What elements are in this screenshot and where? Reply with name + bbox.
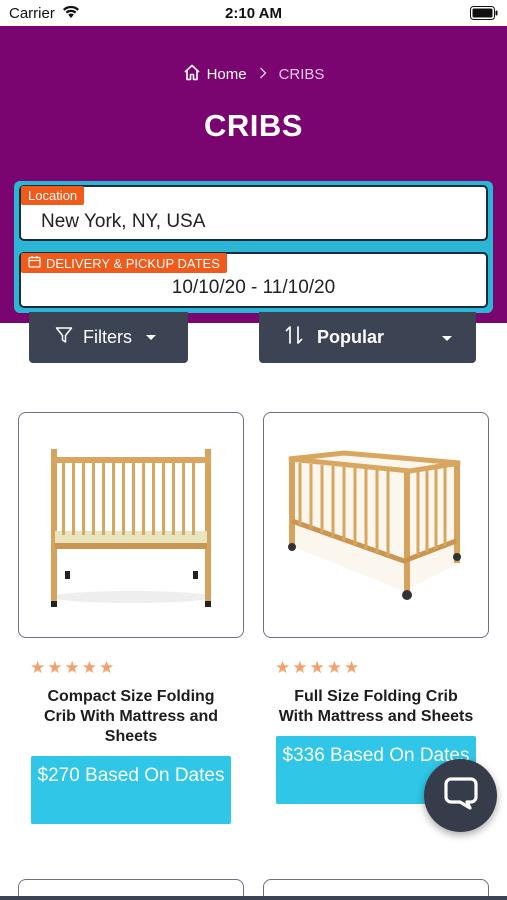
bottom-bar: [0, 896, 507, 900]
filters-label: Filters: [83, 327, 132, 347]
star-icon: ★: [47, 658, 63, 677]
product-name[interactable]: Compact Size Folding Crib With Mattress …: [18, 687, 244, 747]
rating-stars: ★ ★ ★ ★ ★: [30, 658, 244, 678]
star-icon: ★: [326, 658, 342, 677]
breadcrumb-current: CRIBS: [278, 66, 325, 83]
battery-icon: [470, 6, 498, 25]
caret-down-icon: [146, 335, 156, 340]
sort-label: Popular: [317, 327, 385, 347]
chat-button[interactable]: [424, 759, 497, 832]
product-card[interactable]: ★ ★ ★ ★ ★ Full Size Folding Crib With Mattre…: [263, 412, 489, 804]
star-icon: ★: [30, 658, 46, 677]
star-icon: ★: [64, 658, 80, 677]
chat-bubble-icon: [443, 776, 479, 815]
star-icon: ★: [81, 658, 97, 677]
breadcrumb: Home CRIBS: [0, 64, 507, 85]
page-title: CRIBS: [204, 108, 303, 143]
home-icon[interactable]: [183, 64, 201, 85]
product-image[interactable]: [18, 412, 244, 638]
sort-dropdown[interactable]: Popular: [259, 312, 476, 363]
product-card[interactable]: ★ ★ ★ ★ ★ Compact Size Folding Crib With Mat…: [18, 412, 244, 824]
location-value[interactable]: New York, NY, USA: [41, 211, 205, 233]
calendar-icon: [28, 255, 41, 271]
product-image[interactable]: [263, 412, 489, 638]
clock: 2:10 AM: [225, 5, 282, 22]
filter-funnel-icon: [55, 326, 73, 349]
caret-down-icon: [442, 336, 452, 341]
star-icon: ★: [292, 658, 308, 677]
star-icon: ★: [344, 658, 360, 677]
dates-value[interactable]: 10/10/20 - 11/10/20: [21, 277, 486, 299]
breadcrumb-home-link[interactable]: Home: [207, 66, 247, 83]
location-field[interactable]: Location New York, NY, USA: [19, 185, 488, 241]
chevron-right-icon: [259, 66, 267, 83]
sort-arrows-icon: [285, 325, 303, 350]
dates-label: DELIVERY & PICKUP DATES: [21, 253, 227, 273]
rating-stars: ★ ★ ★ ★ ★: [275, 658, 489, 678]
star-icon: ★: [99, 658, 115, 677]
star-icon: ★: [275, 658, 291, 677]
star-icon: ★: [309, 658, 325, 677]
status-bar: Carrier 2:10 AM: [0, 0, 507, 26]
price-button[interactable]: $270 Based On Dates: [31, 756, 231, 824]
dates-field[interactable]: DELIVERY & PICKUP DATES 10/10/20 - 11/10…: [19, 252, 488, 308]
product-name[interactable]: Full Size Folding Crib With Mattress and…: [263, 687, 489, 727]
search-panel: Location New York, NY, USA DELIVERY & PI…: [14, 181, 493, 313]
location-label: Location: [21, 186, 85, 205]
filters-button[interactable]: Filters: [29, 312, 188, 363]
